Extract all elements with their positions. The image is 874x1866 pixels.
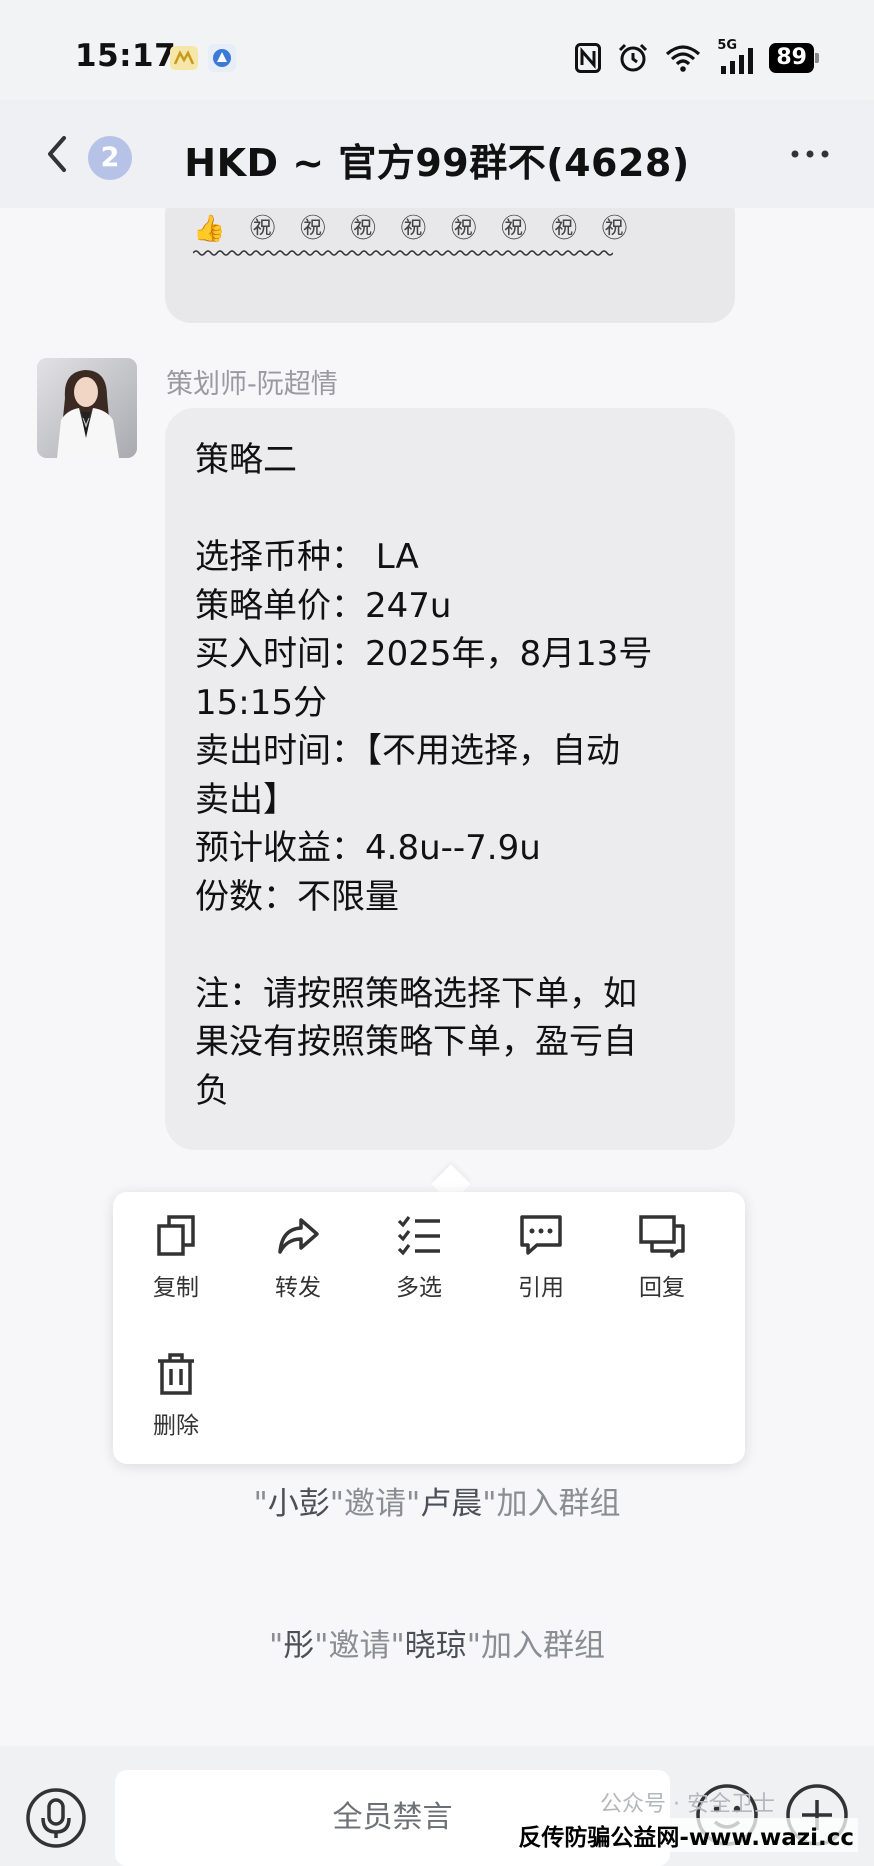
system-message-suffix: 加入群组 [481, 1628, 606, 1664]
sender-avatar[interactable] [37, 358, 137, 458]
system-message-verb: 邀请 [328, 1628, 391, 1664]
system-message-inviter[interactable]: 小彭 [268, 1486, 330, 1522]
voice-input-icon[interactable] [24, 1786, 88, 1850]
menu-item-reply[interactable]: 回复 [607, 1214, 717, 1302]
faint-watermark: 公众号 · 安全卫士 [600, 1792, 775, 1817]
quote-icon [520, 1215, 562, 1255]
message-context-menu: 复制 转发 多选 引用 回复 删除 [113, 1192, 745, 1464]
nfc-icon [575, 43, 602, 73]
chat-messages[interactable]: 👍 ㊗ ㊗ ㊗ ㊗ ㊗ ㊗ ㊗ ㊗ 策划师-阮超情 策略二 选择币种： LA 策… [0, 208, 874, 1746]
menu-label-multiselect: 多选 [396, 1275, 442, 1301]
menu-item-multiselect[interactable]: 多选 [364, 1214, 474, 1302]
menu-item-quote[interactable]: 引用 [486, 1214, 596, 1302]
watermark: 反传防骗公益网-www.wazi.cc [514, 1818, 858, 1852]
system-message: "彤"邀请"晓琼"加入群组 [268, 1628, 606, 1664]
alarm-icon [619, 43, 648, 72]
trash-icon [158, 1353, 194, 1395]
wifi-icon [666, 45, 701, 72]
menu-item-forward[interactable]: 转发 [243, 1214, 353, 1302]
system-message-verb: 邀请 [344, 1486, 406, 1522]
copy-icon [157, 1215, 195, 1256]
menu-label-reply: 回复 [639, 1275, 685, 1301]
message-text: 策略二 选择币种： LA 策略单价：247u 买入时间：2025年，8月13号 … [195, 440, 653, 1111]
menu-label-forward: 转发 [275, 1275, 321, 1301]
system-message-inviter[interactable]: 彤 [283, 1628, 314, 1664]
status-time: 15:17 [75, 38, 177, 74]
signal-icon: 5G [717, 38, 754, 74]
previous-message-bubble[interactable]: 👍 ㊗ ㊗ ㊗ ㊗ ㊗ ㊗ ㊗ ㊗ [165, 208, 735, 323]
avatar-image [37, 358, 137, 458]
sender-name[interactable]: 策划师-阮超情 [166, 362, 338, 401]
forward-icon [278, 1218, 319, 1254]
more-options-icon[interactable] [790, 144, 830, 164]
wavy-underline [193, 250, 613, 256]
status-bar: 15:17 5G 89 [0, 0, 874, 100]
chat-header: 2 HKD ~ 官方99群不(4628) [0, 100, 874, 208]
menu-item-delete[interactable]: 删除 [121, 1352, 231, 1440]
menu-label-delete: 删除 [153, 1413, 199, 1439]
menu-label-quote: 引用 [518, 1275, 564, 1301]
system-message-invitee[interactable]: 卢晨 [420, 1486, 482, 1522]
status-icons: 5G 89 [575, 38, 819, 78]
system-message-invitee[interactable]: 晓琼 [405, 1628, 467, 1664]
notification-app-icon-2 [208, 44, 236, 72]
menu-label-copy: 复制 [153, 1275, 199, 1301]
system-message-suffix: 加入群组 [496, 1486, 621, 1522]
battery-indicator: 89 [769, 43, 819, 73]
previous-message-emojis: 👍 ㊗ ㊗ ㊗ ㊗ ㊗ ㊗ ㊗ ㊗ [193, 214, 636, 244]
system-message: "小彭"邀请"卢晨"加入群组 [253, 1486, 621, 1522]
reply-icon [639, 1215, 685, 1258]
menu-item-copy[interactable]: 复制 [121, 1214, 231, 1302]
notification-app-icon [170, 46, 198, 70]
chat-title: HKD ~ 官方99群不(4628) [184, 141, 690, 185]
message-bubble[interactable]: 策略二 选择币种： LA 策略单价：247u 买入时间：2025年，8月13号 … [165, 408, 735, 1150]
multi-select-icon [397, 1216, 440, 1256]
